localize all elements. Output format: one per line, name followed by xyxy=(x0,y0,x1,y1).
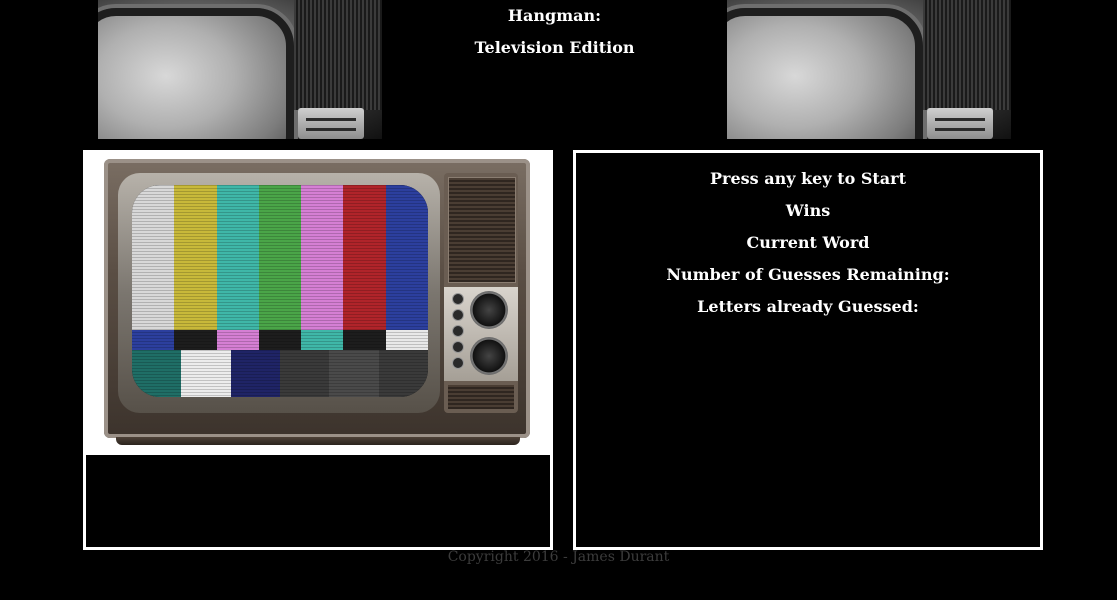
page-title: Hangman: xyxy=(507,6,602,25)
retro-tv-image xyxy=(86,153,550,455)
letters-guessed-label: Letters already Guessed: xyxy=(697,297,919,316)
wins-label: Wins xyxy=(785,201,831,220)
hangman-display-panel xyxy=(83,150,553,550)
copyright-footer: Copyright 2016 - James Durant xyxy=(447,549,670,565)
header-tv-image-right xyxy=(727,0,1011,139)
guesses-remaining-label: Number of Guesses Remaining: xyxy=(666,265,950,284)
start-prompt: Press any key to Start xyxy=(710,169,906,188)
page-subtitle: Television Edition xyxy=(474,38,635,57)
color-bars-screen xyxy=(132,185,428,397)
current-word-label: Current Word xyxy=(746,233,870,252)
game-info-panel: Press any key to Start Wins Current Word… xyxy=(573,150,1043,550)
header-tv-image-left xyxy=(98,0,382,139)
